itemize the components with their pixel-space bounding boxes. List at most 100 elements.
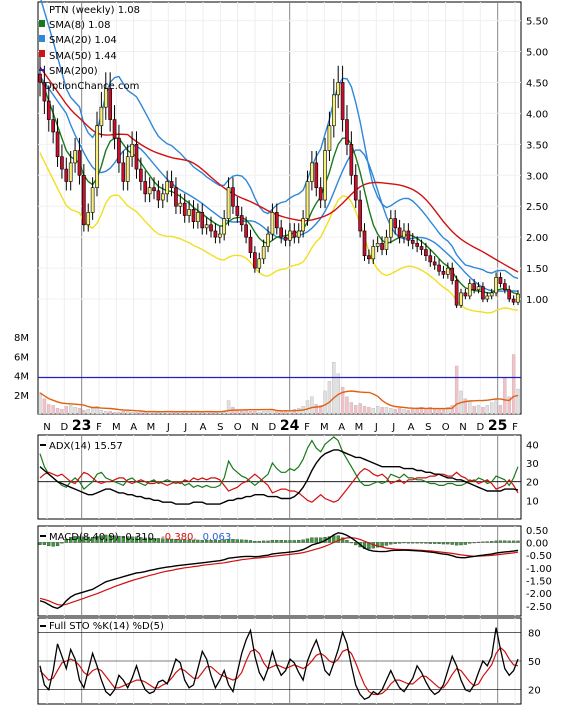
volume-bar — [73, 407, 77, 415]
candle-body — [51, 119, 55, 133]
macd-histogram-bar — [476, 541, 481, 543]
macd-histogram-bar — [511, 540, 516, 543]
adx-y-tick-label: 40 — [526, 440, 539, 451]
x-tick-label: S — [425, 422, 431, 433]
candle-body — [165, 181, 169, 195]
x-tick-label: M — [320, 422, 329, 433]
macd-label: MACD(8,40,9) -0.310, -0.380, 0.063 — [49, 532, 231, 543]
x-tick-label: M — [355, 422, 364, 433]
candle-body — [274, 212, 279, 229]
volume-bar — [310, 396, 314, 415]
x-tick-label: J — [166, 422, 170, 433]
legend-sma20: SMA(20) 1.04 — [49, 35, 117, 46]
x-tick-label: 24 — [280, 418, 300, 434]
candle-body — [415, 243, 419, 247]
candle-body — [292, 230, 297, 238]
x-tick-label: J — [391, 422, 395, 433]
macd-histogram-bar — [301, 539, 305, 543]
sto-y-tick-label: 50 — [528, 657, 541, 668]
volume-bar — [47, 404, 51, 415]
macd-histogram-bar — [411, 542, 415, 544]
volume-bar — [130, 411, 134, 415]
watermark: OptionChance.com — [44, 81, 139, 92]
candle-body — [108, 88, 112, 120]
candle-body — [296, 230, 301, 238]
candle-body — [301, 218, 305, 232]
volume-bar — [314, 404, 318, 415]
volume-bar — [90, 408, 95, 415]
macd-histogram-bar — [450, 542, 454, 545]
macd-histogram-bar — [424, 542, 428, 544]
candle-body — [178, 202, 183, 207]
macd-histogram-bar — [266, 540, 270, 543]
candle-body — [121, 162, 126, 182]
macd-histogram-bar — [235, 539, 239, 543]
candle-body — [450, 267, 455, 281]
macd-title: MACD(8,40,9) -0.310, -0.380, 0.063 — [40, 532, 231, 543]
macd-histogram-bar — [288, 540, 292, 543]
x-tick-label: 25 — [488, 418, 507, 434]
candle-body — [99, 106, 104, 127]
price-y-tick-label: 5.00 — [526, 48, 548, 59]
candle-body — [266, 233, 270, 247]
candle-body — [55, 131, 60, 158]
candle-body — [358, 199, 362, 232]
candle-body — [406, 230, 411, 241]
adx-swatch-icon — [40, 444, 46, 446]
volume-bar — [490, 402, 494, 415]
macd-histogram-bar — [415, 542, 419, 544]
volume-bar — [433, 409, 437, 415]
price-y-tick-label: 1.50 — [526, 264, 548, 275]
candle-body — [323, 150, 327, 201]
candle-body — [371, 246, 376, 260]
candle-body — [397, 227, 402, 238]
candle-body — [402, 230, 406, 238]
price-y-tick-label: 5.50 — [526, 17, 548, 28]
volume-bar — [340, 386, 345, 415]
candle-body — [441, 270, 446, 275]
legend-sma50: SMA(50) 1.44 — [49, 51, 117, 62]
macd-histogram-bar — [437, 542, 441, 544]
candle-body — [507, 289, 512, 300]
volume-bar — [397, 408, 402, 415]
volume-y-tick-label: 6M — [14, 352, 29, 363]
macd-histogram-bar — [389, 542, 393, 545]
macd-histogram-bar — [494, 540, 498, 543]
volume-bar — [42, 398, 47, 415]
volume-bar — [248, 410, 253, 415]
x-tick-label: D — [60, 422, 68, 433]
volume-bar — [86, 409, 90, 415]
macd-histogram-bar — [397, 542, 402, 544]
macd-histogram-bar — [490, 541, 494, 543]
candle-body — [393, 218, 398, 229]
x-tick-label: A — [130, 422, 137, 433]
candle-body — [349, 144, 354, 176]
macd-histogram-bar — [419, 542, 424, 544]
volume-bar — [424, 408, 428, 415]
adx-title: ADX(14) 15.57 — [40, 441, 123, 452]
candle-body — [476, 286, 481, 291]
volume-bar — [389, 408, 393, 415]
macd-histogram-bar — [240, 539, 244, 543]
volume-bar — [384, 407, 389, 415]
macd-histogram-bar — [196, 539, 200, 543]
adx-y-tick-label: 10 — [526, 496, 539, 507]
price-y-tick-label: 4.00 — [526, 109, 548, 120]
macd-y-tick-label: -0.50 — [526, 551, 552, 562]
x-tick-label: N — [251, 422, 258, 433]
volume-bar — [104, 410, 108, 415]
macd-histogram-bar — [454, 542, 459, 546]
macd-histogram-bar — [42, 542, 47, 545]
candle-body — [174, 187, 178, 207]
candle-body — [503, 283, 507, 291]
price-y-tick-label: 2.00 — [526, 233, 548, 244]
macd-histogram-bar — [481, 541, 485, 543]
candle-body — [305, 181, 310, 219]
candle-body — [279, 227, 284, 238]
candle-body — [95, 125, 99, 188]
candle-body — [160, 193, 165, 201]
volume-bar — [69, 405, 73, 415]
candle-body — [182, 202, 187, 216]
candle-body — [200, 212, 205, 229]
candle-body — [38, 73, 42, 83]
